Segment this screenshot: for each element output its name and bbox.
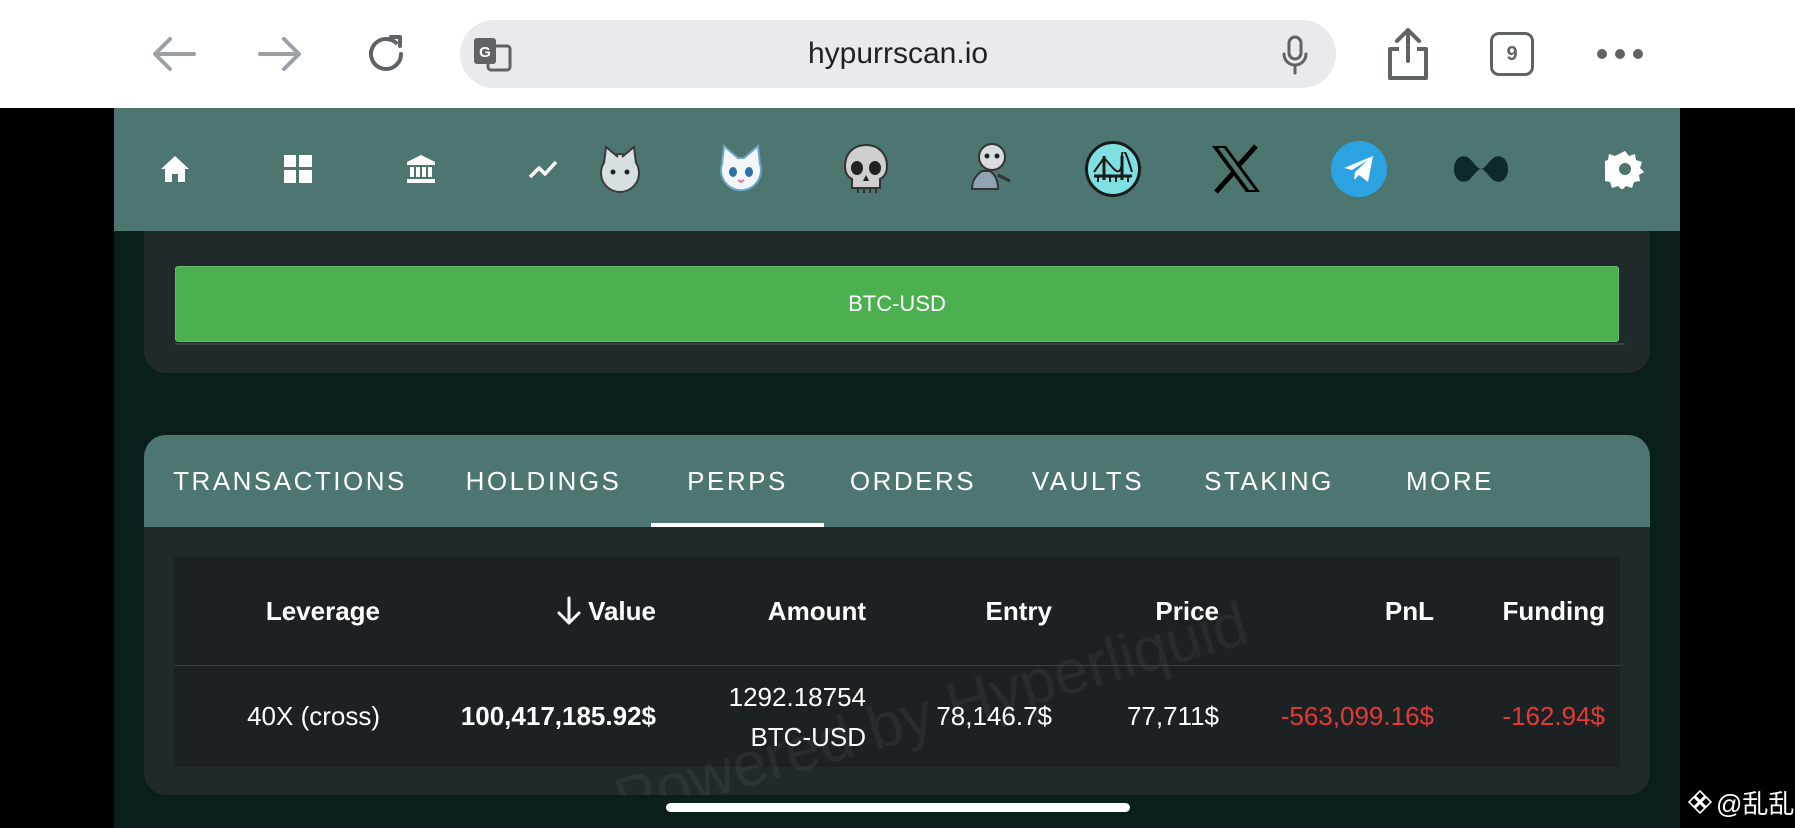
arrow-down-icon (556, 596, 582, 626)
diamond-logo-icon (1688, 790, 1712, 814)
bridge-logo-icon[interactable] (1084, 140, 1142, 198)
cat-mascot-icon[interactable] (591, 140, 649, 198)
column-header-funding[interactable]: Funding (1434, 557, 1605, 665)
tab-holdings[interactable]: HOLDINGS (436, 435, 651, 527)
market-button[interactable]: BTC-USD (175, 266, 1619, 342)
cell-value: 100,417,185.92$ (460, 701, 656, 731)
positions-card: TRANSACTIONS HOLDINGS PERPS ORDERS VAULT… (144, 435, 1650, 795)
tab-perps[interactable]: PERPS (651, 435, 824, 527)
forward-arrow-icon[interactable] (248, 22, 312, 86)
tab-orders[interactable]: ORDERS (824, 435, 1002, 527)
address-bar[interactable]: G hypurrscan.io (460, 20, 1336, 88)
cartoon-character-icon[interactable] (961, 140, 1019, 198)
hyperliquid-logo-icon[interactable] (1452, 140, 1510, 198)
perps-table: Powered by Hyperliquid Leverage Value Am… (174, 557, 1620, 795)
chart-line-icon[interactable] (514, 140, 572, 198)
column-header-value[interactable]: Value (404, 557, 656, 665)
cell-amount: 1292.18754 BTC-USD (656, 666, 866, 767)
cell-entry: 78,146.7$ (936, 701, 1052, 731)
cell-amount-symbol: BTC-USD (750, 721, 866, 752)
telegram-icon[interactable] (1330, 140, 1388, 198)
url-text: hypurrscan.io (807, 37, 989, 70)
back-arrow-icon[interactable] (142, 22, 206, 86)
browser-toolbar: G hypurrscan.io 9 (0, 0, 1795, 108)
share-icon[interactable] (1376, 22, 1440, 86)
tab-count-button[interactable]: 9 (1490, 32, 1534, 76)
reload-icon[interactable] (354, 22, 418, 86)
settings-icon[interactable] (1596, 140, 1654, 198)
white-cat-icon[interactable] (712, 140, 770, 198)
column-header-amount[interactable]: Amount (656, 557, 866, 665)
home-indicator (666, 803, 1130, 812)
skull-icon[interactable] (837, 140, 895, 198)
page-content: BTC-USD TRANSACTIONS HOLDINGS PERPS ORDE… (114, 108, 1680, 828)
tab-transactions[interactable]: TRANSACTIONS (144, 435, 436, 527)
tab-staking[interactable]: STAKING (1174, 435, 1364, 527)
column-header-leverage[interactable]: Leverage (174, 557, 380, 665)
cell-funding: -162.94$ (1502, 701, 1605, 731)
x-logo-icon[interactable] (1207, 140, 1265, 198)
more-icon[interactable] (1588, 22, 1652, 86)
cell-price: 77,711$ (1126, 701, 1219, 731)
column-header-price[interactable]: Price (1052, 557, 1219, 665)
active-tab-indicator (651, 523, 824, 527)
corner-watermark-text: @乱乱 (1716, 788, 1795, 819)
dashboard-icon[interactable] (269, 140, 327, 198)
cell-amount-quantity: 1292.18754 (728, 681, 866, 712)
top-nav (114, 108, 1680, 231)
bank-icon[interactable] (392, 140, 450, 198)
microphone-icon[interactable] (1280, 34, 1310, 76)
tab-vaults[interactable]: VAULTS (1002, 435, 1174, 527)
cell-leverage: 40X (cross) (247, 701, 380, 731)
tab-more[interactable]: MORE (1364, 435, 1536, 527)
column-header-pnl[interactable]: PnL (1219, 557, 1434, 665)
home-icon[interactable] (146, 140, 204, 198)
tab-bar: TRANSACTIONS HOLDINGS PERPS ORDERS VAULT… (144, 435, 1650, 527)
cell-pnl: -563,099.16$ (1280, 701, 1434, 731)
column-header-value-label: Value (588, 595, 656, 626)
column-header-entry[interactable]: Entry (866, 557, 1052, 665)
corner-watermark: @乱乱 (1688, 786, 1795, 819)
